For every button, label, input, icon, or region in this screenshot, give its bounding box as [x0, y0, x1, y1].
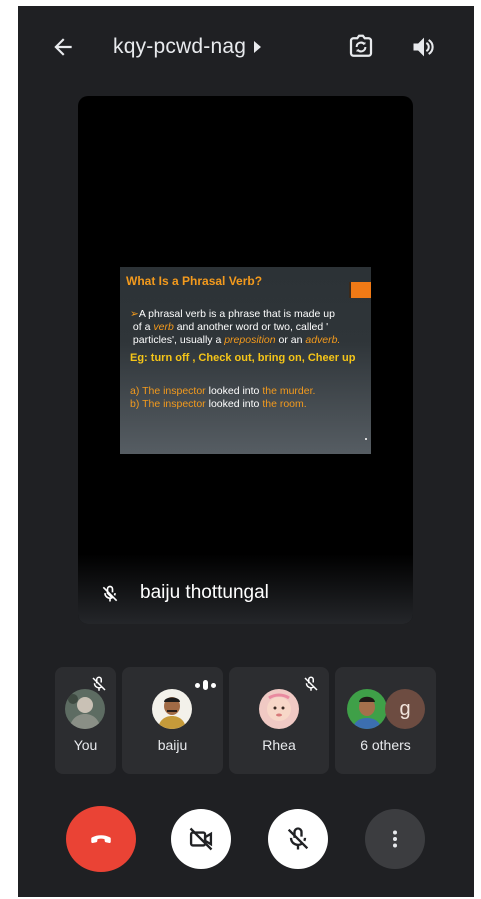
participant-tile-baiju[interactable]: baiju: [122, 667, 223, 774]
main-video-tile[interactable]: What Is a Phrasal Verb? ➢A phrasal verb …: [78, 96, 413, 624]
mic-off-icon: [100, 583, 120, 605]
avatar: [65, 689, 105, 729]
flip-camera-icon[interactable]: [346, 32, 376, 62]
avatar: [347, 689, 387, 729]
mic-off-icon: [302, 675, 320, 693]
slide-definition: ➢A phrasal verb is a phrase that is made…: [130, 308, 341, 346]
slide-title: What Is a Phrasal Verb?: [126, 274, 263, 288]
meet-screen: kqy-pcwd-nag What Is a Phrasal Verb? ➢A …: [18, 6, 474, 897]
participant-name: baiju: [157, 737, 188, 753]
top-bar: kqy-pcwd-nag: [18, 6, 474, 86]
avatar: [152, 689, 192, 729]
speaker-name: baiju thottungal: [140, 582, 269, 603]
speaker-icon[interactable]: [410, 33, 438, 61]
shared-slide: What Is a Phrasal Verb? ➢A phrasal verb …: [120, 267, 371, 454]
mic-toggle-button[interactable]: [268, 809, 328, 869]
avatar-initial: g: [385, 689, 425, 729]
slide-decoration: [349, 282, 371, 298]
more-vertical-icon: [393, 830, 397, 848]
chevron-right-icon: [254, 41, 262, 53]
mic-off-icon: [90, 675, 108, 693]
avatar: [259, 689, 299, 729]
camera-toggle-button[interactable]: [171, 809, 231, 869]
participant-name: You: [73, 737, 98, 753]
more-options-button[interactable]: [365, 809, 425, 869]
camera-off-icon: [189, 827, 213, 851]
mic-off-icon: [287, 827, 309, 850]
meeting-code: kqy-pcwd-nag: [113, 35, 247, 58]
bullet-arrow-icon: ➢: [130, 308, 139, 320]
participant-tile-you[interactable]: You: [55, 667, 116, 774]
end-call-icon: [91, 835, 111, 844]
participant-name: 6 others: [360, 737, 411, 753]
participant-name: Rhea: [262, 737, 296, 753]
back-arrow-icon[interactable]: [50, 34, 76, 60]
participant-tile-others[interactable]: g 6 others: [335, 667, 436, 774]
slide-sentences: a) The inspector looked into the murder.…: [130, 385, 316, 410]
slide-dot: [365, 438, 367, 440]
meeting-code-button[interactable]: kqy-pcwd-nag: [113, 32, 262, 62]
speaking-indicator-icon: [195, 680, 216, 690]
participant-tile-rhea[interactable]: Rhea: [229, 667, 329, 774]
end-call-button[interactable]: [66, 806, 136, 872]
slide-examples: Eg: turn off , Check out, bring on, Chee…: [130, 352, 356, 364]
